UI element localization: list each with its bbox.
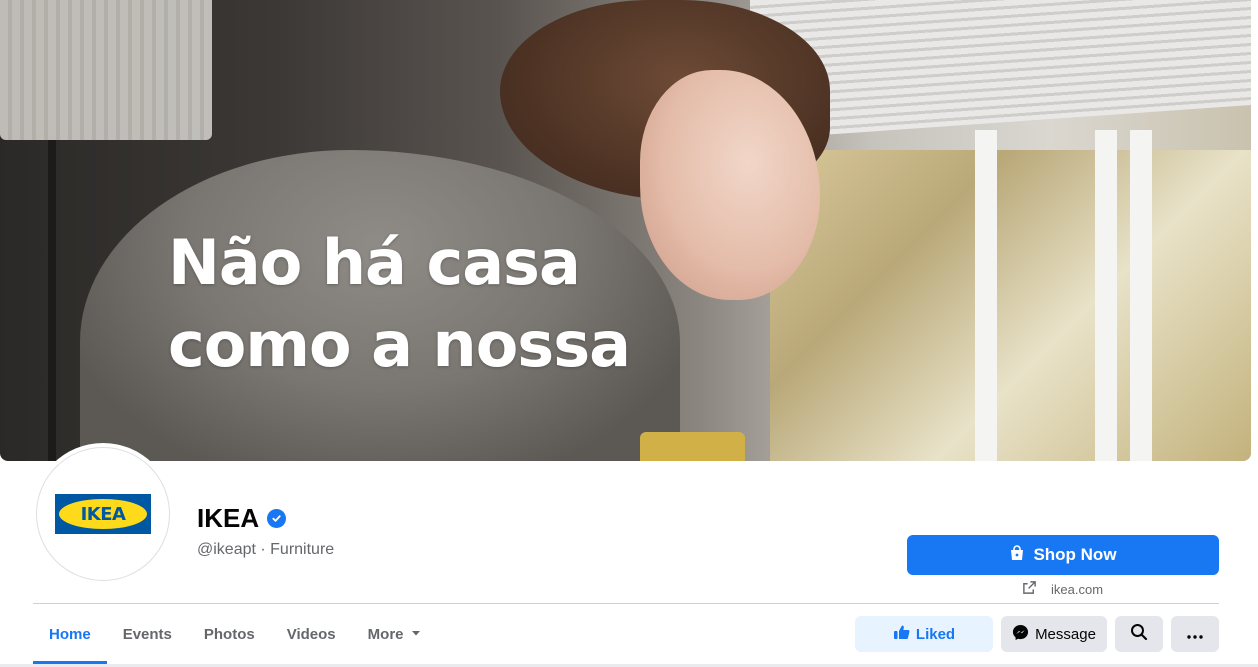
cover-lamp-pole	[48, 140, 56, 461]
search-button[interactable]	[1115, 616, 1163, 652]
tab-label: Events	[122, 625, 172, 643]
page-tabs: Home Events Photos Videos More	[33, 604, 438, 664]
chevron-down-icon	[410, 626, 422, 643]
tab-more[interactable]: More	[352, 604, 438, 664]
ikea-logo-oval: IKEA	[59, 499, 147, 529]
liked-button[interactable]: Liked	[855, 616, 993, 652]
tab-videos[interactable]: Videos	[271, 604, 352, 664]
ellipsis-icon	[1187, 626, 1203, 643]
more-options-button[interactable]	[1171, 616, 1219, 652]
tab-label: Photos	[203, 625, 255, 643]
cover-headline-line-1: Não há casa	[168, 226, 581, 299]
liked-label: Liked	[915, 625, 956, 643]
profile-avatar[interactable]: IKEA	[36, 447, 170, 581]
cover-jar	[640, 432, 745, 461]
messenger-icon	[1012, 624, 1029, 645]
cover-window-frame	[1095, 130, 1117, 461]
tab-photos[interactable]: Photos	[188, 604, 271, 664]
tab-home[interactable]: Home	[33, 604, 107, 664]
cover-photo[interactable]: Não há casa como a nossa	[0, 0, 1251, 461]
cover-window	[770, 150, 1251, 461]
cover-headline-line-2: como a nossa	[168, 308, 631, 381]
website-link-text: ikea.com	[1051, 581, 1104, 597]
cover-lamp-shade	[0, 0, 212, 140]
website-link[interactable]: ikea.com	[1022, 580, 1103, 598]
ikea-logo: IKEA	[55, 494, 151, 534]
page-name-text: IKEA	[197, 503, 260, 533]
page-title: IKEA	[197, 503, 287, 534]
tab-label: Videos	[286, 625, 336, 643]
message-button[interactable]: Message	[1001, 616, 1107, 652]
tab-events[interactable]: Events	[107, 604, 188, 664]
cover-window-frame	[975, 130, 997, 461]
shop-now-button[interactable]: Shop Now	[907, 535, 1219, 575]
search-icon	[1130, 623, 1148, 645]
shop-now-label: Shop Now	[1033, 545, 1117, 564]
tab-label: More	[367, 625, 404, 643]
cover-headline: Não há casa como a nossa	[168, 222, 631, 386]
page-handle-category: @ikeapt · Furniture	[197, 541, 335, 558]
message-label: Message	[1035, 625, 1096, 643]
verified-badge-icon[interactable]	[267, 509, 287, 528]
cover-window-frame	[1130, 130, 1152, 461]
external-link-icon	[1022, 580, 1037, 598]
ikea-logo-text: IKEA	[80, 503, 126, 525]
thumbs-up-icon	[893, 624, 910, 644]
shopping-bag-icon	[1009, 544, 1025, 566]
tab-label: Home	[49, 625, 91, 643]
